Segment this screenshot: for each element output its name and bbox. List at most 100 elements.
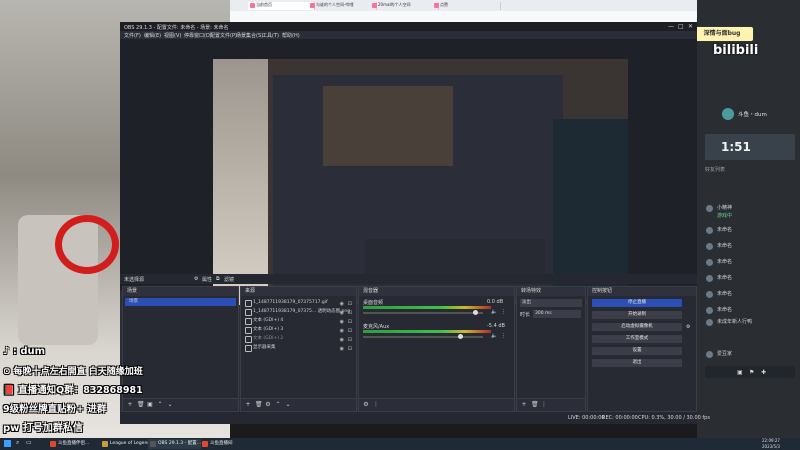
browser-tab[interactable]: 20mal的个人空间	[370, 2, 439, 10]
source-item[interactable]: 文本 (GDI+) 3 ◉ ⊡	[243, 326, 354, 334]
eye-icon[interactable]: ◉	[340, 336, 344, 344]
taskbar-item[interactable]: 斗鱼直播间	[200, 439, 233, 449]
lock-icon[interactable]: ⊡	[348, 327, 352, 335]
chat-row[interactable]: 未命名	[705, 274, 800, 283]
more-icon[interactable]: ⋮	[501, 309, 506, 315]
volume-slider-knob[interactable]	[473, 310, 478, 315]
up-arrow-icon[interactable]: ⌃	[275, 402, 281, 408]
browser-tab[interactable]: 与谁的个人空间-哔哩	[308, 2, 377, 10]
chat-row-label: 未命名	[717, 307, 733, 313]
more-icon[interactable]: ⋮	[501, 333, 506, 339]
trash-icon[interactable]: 🗑	[137, 402, 145, 408]
taskbar-item[interactable]: League of Legends	[100, 439, 153, 449]
search-icon[interactable]: ⌕	[16, 439, 19, 447]
volume-slider[interactable]	[363, 310, 483, 315]
virtual-camera-button[interactable]: 启动虚拟摄像机	[592, 323, 682, 331]
more-icon[interactable]: ⋮	[541, 402, 547, 408]
properties-button[interactable]: 属性	[202, 276, 212, 283]
chat-row[interactable]: 未命名	[705, 242, 800, 251]
down-arrow-icon[interactable]: ⌄	[167, 402, 173, 408]
eye-icon[interactable]: ◉	[340, 345, 344, 353]
trash-icon[interactable]: 🗑	[531, 402, 539, 408]
gear-icon[interactable]: ⚙	[194, 276, 198, 282]
avatar	[722, 108, 734, 120]
volume-slider[interactable]	[363, 334, 483, 339]
taskbar-item[interactable]: OBS 29.1.3 - 配置...	[148, 439, 201, 449]
gear-icon[interactable]: ⚙	[363, 402, 369, 408]
source-item[interactable]: 1_1487711938179_07375... 透明动态图.png ◉ ⊡	[243, 308, 354, 316]
task-view-icon[interactable]: ▭	[26, 439, 32, 446]
lock-icon[interactable]: ⊡	[348, 318, 352, 326]
transition-select[interactable]: 淡出	[520, 299, 582, 307]
eye-icon[interactable]: ◉	[340, 300, 344, 308]
chat-row[interactable]: 未命名	[705, 306, 800, 315]
chat-row[interactable]: 未成年新人行鸭	[705, 318, 800, 327]
menu-profile[interactable]: 配置文件(P)	[210, 32, 237, 39]
chat-icon[interactable]: ▣	[737, 369, 743, 376]
start-recording-button[interactable]: 开始录制	[592, 311, 682, 319]
browser-tab[interactable]: 点赞	[432, 2, 501, 10]
stop-streaming-button[interactable]: 停止直播	[592, 299, 682, 307]
maximize-icon[interactable]: □	[678, 23, 684, 30]
settings-button[interactable]: 设置	[592, 347, 682, 355]
gear-icon[interactable]: ⚙	[686, 324, 690, 330]
chat-row-label: 爱豆家	[717, 351, 733, 357]
volume-slider-knob[interactable]	[458, 334, 463, 339]
lock-icon[interactable]: ⊡	[348, 345, 352, 353]
speaker-icon[interactable]: 🔈	[491, 309, 497, 315]
source-item[interactable]: 1_1487711938179_07375717.gif ◉ ⊡	[243, 299, 354, 307]
menu-docks[interactable]: 停靠窗口(D)	[184, 32, 212, 39]
studio-mode-button[interactable]: 工作室模式	[592, 335, 682, 343]
mixer-channel-db: -5.4 dB	[487, 323, 505, 329]
lock-icon[interactable]: ⊡	[348, 300, 352, 308]
close-icon[interactable]: ✕	[688, 23, 693, 30]
obs-preview-area[interactable]	[120, 39, 697, 305]
menu-help[interactable]: 帮助(H)	[282, 32, 300, 39]
source-item[interactable]: 显示器采集 ◉ ⊡	[243, 344, 354, 352]
chat-row[interactable]: 未命名	[705, 290, 800, 299]
eye-icon[interactable]: ◉	[340, 309, 344, 317]
menu-edit[interactable]: 编辑(E)	[144, 32, 161, 39]
chat-row[interactable]: 未命名	[705, 226, 800, 235]
windows-start-icon[interactable]	[4, 440, 11, 447]
filters-button[interactable]: 滤镜	[224, 276, 234, 283]
exit-button[interactable]: 退出	[592, 359, 682, 367]
mixer-channel-name: 桌面音频	[363, 300, 384, 306]
gear-icon[interactable]: ⚙	[265, 402, 271, 408]
lock-icon[interactable]: ⊡	[348, 336, 352, 344]
chat-row[interactable]: 游戏中	[705, 212, 800, 221]
mixer-footer: ⚙ ⋮	[359, 398, 514, 411]
lock-icon[interactable]: ⊡	[348, 309, 352, 317]
taskbar-item[interactable]: 斗鱼直播伴侣...	[48, 439, 89, 449]
source-item[interactable]: 文本 (GDI+) 4 ◉ ⊡	[243, 317, 354, 325]
menu-scene-collection[interactable]: 场景集合(S)	[236, 32, 263, 39]
duration-input[interactable]: 300 ms	[533, 310, 581, 318]
minimize-icon[interactable]: —	[668, 23, 674, 30]
speaker-icon[interactable]: 🔈	[491, 333, 497, 339]
menu-file[interactable]: 文件(F)	[124, 32, 141, 39]
eye-icon[interactable]: ◉	[340, 327, 344, 335]
up-arrow-icon[interactable]: ⌃	[157, 402, 163, 408]
chat-row[interactable]: 爱豆家	[705, 350, 800, 359]
trash-icon[interactable]: 🗑	[255, 402, 263, 408]
menu-view[interactable]: 视图(V)	[164, 32, 181, 39]
group-icon[interactable]: ⚑	[749, 369, 754, 376]
scene-item[interactable]: 场景	[125, 298, 236, 306]
config-icon[interactable]: ▣	[147, 402, 153, 408]
nested-preview	[323, 86, 453, 166]
add-icon[interactable]: +	[521, 402, 527, 408]
source-item[interactable]: 文本 (GDI+) 2 ◉ ⊡	[243, 335, 354, 343]
filter-icon[interactable]: ⧉	[216, 276, 220, 282]
down-arrow-icon[interactable]: ⌄	[285, 402, 291, 408]
add-friend-icon[interactable]: ✚	[761, 369, 766, 376]
bilibili-icon	[434, 3, 439, 8]
rec-status: REC: 00:00:00	[602, 415, 638, 421]
chat-row[interactable]: 未命名	[705, 258, 800, 267]
windows-taskbar: ⌕ ▭ 斗鱼直播伴侣... League of Legends OBS 29.1…	[0, 438, 800, 450]
add-icon[interactable]: +	[245, 402, 251, 408]
more-icon[interactable]: ⋮	[373, 402, 379, 408]
add-icon[interactable]: +	[127, 402, 133, 408]
browser-tab-active[interactable]: 当前首页	[248, 2, 315, 10]
menu-tools[interactable]: 工具(T)	[262, 32, 279, 39]
eye-icon[interactable]: ◉	[340, 318, 344, 326]
